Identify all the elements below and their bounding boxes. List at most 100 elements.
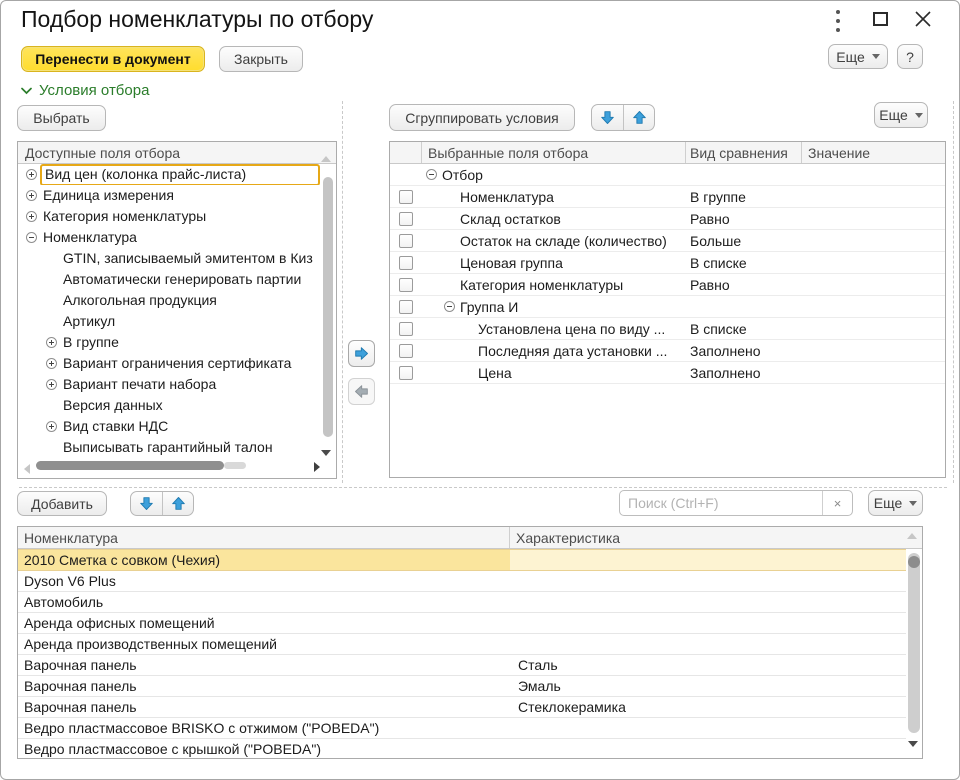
transfer-to-document-button[interactable]: Перенести в документ xyxy=(21,46,205,72)
checkbox[interactable] xyxy=(399,189,413,204)
expander-icon[interactable] xyxy=(426,169,437,180)
move-up-button[interactable] xyxy=(162,492,193,515)
column-header-nomenclature[interactable]: Номенклатура xyxy=(18,527,510,548)
column-header-comparison[interactable]: Вид сравнения xyxy=(686,142,802,163)
condition-row[interactable]: Категория номенклатуры Равно xyxy=(390,274,945,296)
available-field-item[interactable]: Категория номенклатуры xyxy=(18,206,320,227)
available-field-item[interactable]: В группе xyxy=(18,332,320,353)
checkbox[interactable] xyxy=(399,255,413,270)
vertical-scrollbar-thumb[interactable] xyxy=(323,177,333,437)
select-button[interactable]: Выбрать xyxy=(17,105,106,131)
scroll-down-icon[interactable] xyxy=(908,741,918,747)
expander-icon[interactable] xyxy=(46,379,57,390)
condition-row[interactable]: Номенклатура В группе xyxy=(390,186,945,208)
vertical-scrollbar-thumb[interactable] xyxy=(908,553,920,733)
available-field-item[interactable]: Автоматически генерировать партии xyxy=(18,269,320,290)
clear-search-icon[interactable]: × xyxy=(822,491,852,515)
available-field-item[interactable]: Выписывать гарантийный талон xyxy=(18,437,320,458)
nomenclature-cell: Аренда производственных помещений xyxy=(24,636,277,652)
close-form-button[interactable]: Закрыть xyxy=(219,46,303,72)
column-header-field[interactable]: Выбранные поля отбора xyxy=(422,142,686,163)
window-menu-icon[interactable] xyxy=(832,10,844,32)
scroll-up-icon[interactable] xyxy=(907,533,917,539)
available-field-label: Единица измерения xyxy=(43,187,174,203)
comparison-type: Заполнено xyxy=(690,342,761,359)
available-field-item[interactable]: Вид ставки НДС xyxy=(18,416,320,437)
horizontal-splitter[interactable] xyxy=(19,487,947,488)
move-down-button[interactable] xyxy=(592,105,623,130)
available-field-item[interactable]: Алкогольная продукция xyxy=(18,290,320,311)
more-button-conditions[interactable]: Еще xyxy=(874,102,928,128)
scrollbar-knob[interactable] xyxy=(908,556,920,568)
checkbox[interactable] xyxy=(399,211,413,226)
result-row[interactable]: Аренда производственных помещений xyxy=(18,634,906,655)
expander-icon[interactable] xyxy=(444,301,455,312)
arrow-right-icon xyxy=(355,347,368,360)
comparison-type: В списке xyxy=(690,254,747,271)
result-row[interactable]: Варочная панель Сталь xyxy=(18,655,906,676)
more-button-top[interactable]: Еще xyxy=(828,44,888,69)
expander-icon[interactable] xyxy=(26,232,37,243)
expander-icon[interactable] xyxy=(26,190,37,201)
checkbox[interactable] xyxy=(399,277,413,292)
result-row[interactable]: Ведро пластмассовое BRISKO с отжимом ("P… xyxy=(18,718,906,739)
result-row[interactable]: Варочная панель Эмаль xyxy=(18,676,906,697)
result-row[interactable]: Аренда офисных помещений xyxy=(18,613,906,634)
expander-icon[interactable] xyxy=(26,169,37,180)
expander-icon[interactable] xyxy=(46,337,57,348)
condition-row[interactable]: Группа И xyxy=(390,296,945,318)
checkbox[interactable] xyxy=(399,343,413,358)
available-field-item[interactable]: Вид цен (колонка прайс-листа) xyxy=(18,164,320,185)
expander-icon[interactable] xyxy=(26,211,37,222)
add-button[interactable]: Добавить xyxy=(17,491,107,516)
move-left-button[interactable] xyxy=(348,378,375,405)
group-conditions-button[interactable]: Сгруппировать условия xyxy=(389,104,575,131)
available-field-item[interactable]: Артикул xyxy=(18,311,320,332)
maximize-icon[interactable] xyxy=(873,12,888,26)
vertical-splitter-left[interactable] xyxy=(342,101,343,483)
vertical-splitter-right[interactable] xyxy=(953,101,954,483)
caret-down-icon xyxy=(871,54,880,59)
available-field-item[interactable]: Единица измерения xyxy=(18,185,320,206)
condition-row[interactable]: Установлена цена по виду ... В списке xyxy=(390,318,945,340)
available-field-item[interactable]: Вариант печати набора xyxy=(18,374,320,395)
column-header-characteristic[interactable]: Характеристика xyxy=(510,527,922,548)
more-button-results[interactable]: Еще xyxy=(868,490,923,516)
available-field-item[interactable]: GTIN, записываемый эмитентом в Киз xyxy=(18,248,320,269)
checkbox[interactable] xyxy=(399,321,413,336)
condition-row[interactable]: Цена Заполнено xyxy=(390,362,945,384)
close-icon[interactable] xyxy=(913,9,933,29)
move-right-button[interactable] xyxy=(348,340,375,367)
checkbox[interactable] xyxy=(399,233,413,248)
expander-icon[interactable] xyxy=(46,358,57,369)
available-field-item[interactable]: Номенклатура xyxy=(18,227,320,248)
scroll-left-icon[interactable] xyxy=(24,464,30,474)
scroll-right-icon[interactable] xyxy=(314,462,320,472)
available-field-item[interactable]: Версия данных xyxy=(18,395,320,416)
condition-row[interactable]: Отбор xyxy=(390,164,945,186)
available-field-item[interactable]: Вариант ограничения сертификата xyxy=(18,353,320,374)
result-row[interactable]: Ведро пластмассовое с крышкой ("POBEDA") xyxy=(18,739,906,758)
scroll-up-icon[interactable] xyxy=(321,156,331,162)
condition-row[interactable]: Ценовая группа В списке xyxy=(390,252,945,274)
help-button[interactable]: ? xyxy=(897,44,923,69)
column-header-value[interactable]: Значение xyxy=(802,142,945,163)
result-row[interactable]: Автомобиль xyxy=(18,592,906,613)
result-row[interactable]: Варочная панель Стеклокерамика xyxy=(18,697,906,718)
scroll-down-icon[interactable] xyxy=(321,450,331,456)
horizontal-scrollbar-track[interactable] xyxy=(224,462,246,469)
horizontal-scrollbar-thumb[interactable] xyxy=(36,461,224,470)
expander-icon[interactable] xyxy=(46,421,57,432)
condition-row[interactable]: Последняя дата установки ... Заполнено xyxy=(390,340,945,362)
available-field-label: В группе xyxy=(63,334,119,350)
checkbox[interactable] xyxy=(399,299,413,314)
result-row[interactable]: Dyson V6 Plus xyxy=(18,571,906,592)
checkbox[interactable] xyxy=(399,365,413,380)
result-row[interactable]: 2010 Сметка с совком (Чехия) xyxy=(18,549,906,571)
search-input[interactable] xyxy=(620,491,822,515)
condition-row[interactable]: Склад остатков Равно xyxy=(390,208,945,230)
filter-conditions-toggle[interactable]: Условия отбора xyxy=(21,82,149,99)
move-down-button[interactable] xyxy=(131,492,162,515)
move-up-button[interactable] xyxy=(623,105,654,130)
condition-row[interactable]: Остаток на складе (количество) Больше xyxy=(390,230,945,252)
